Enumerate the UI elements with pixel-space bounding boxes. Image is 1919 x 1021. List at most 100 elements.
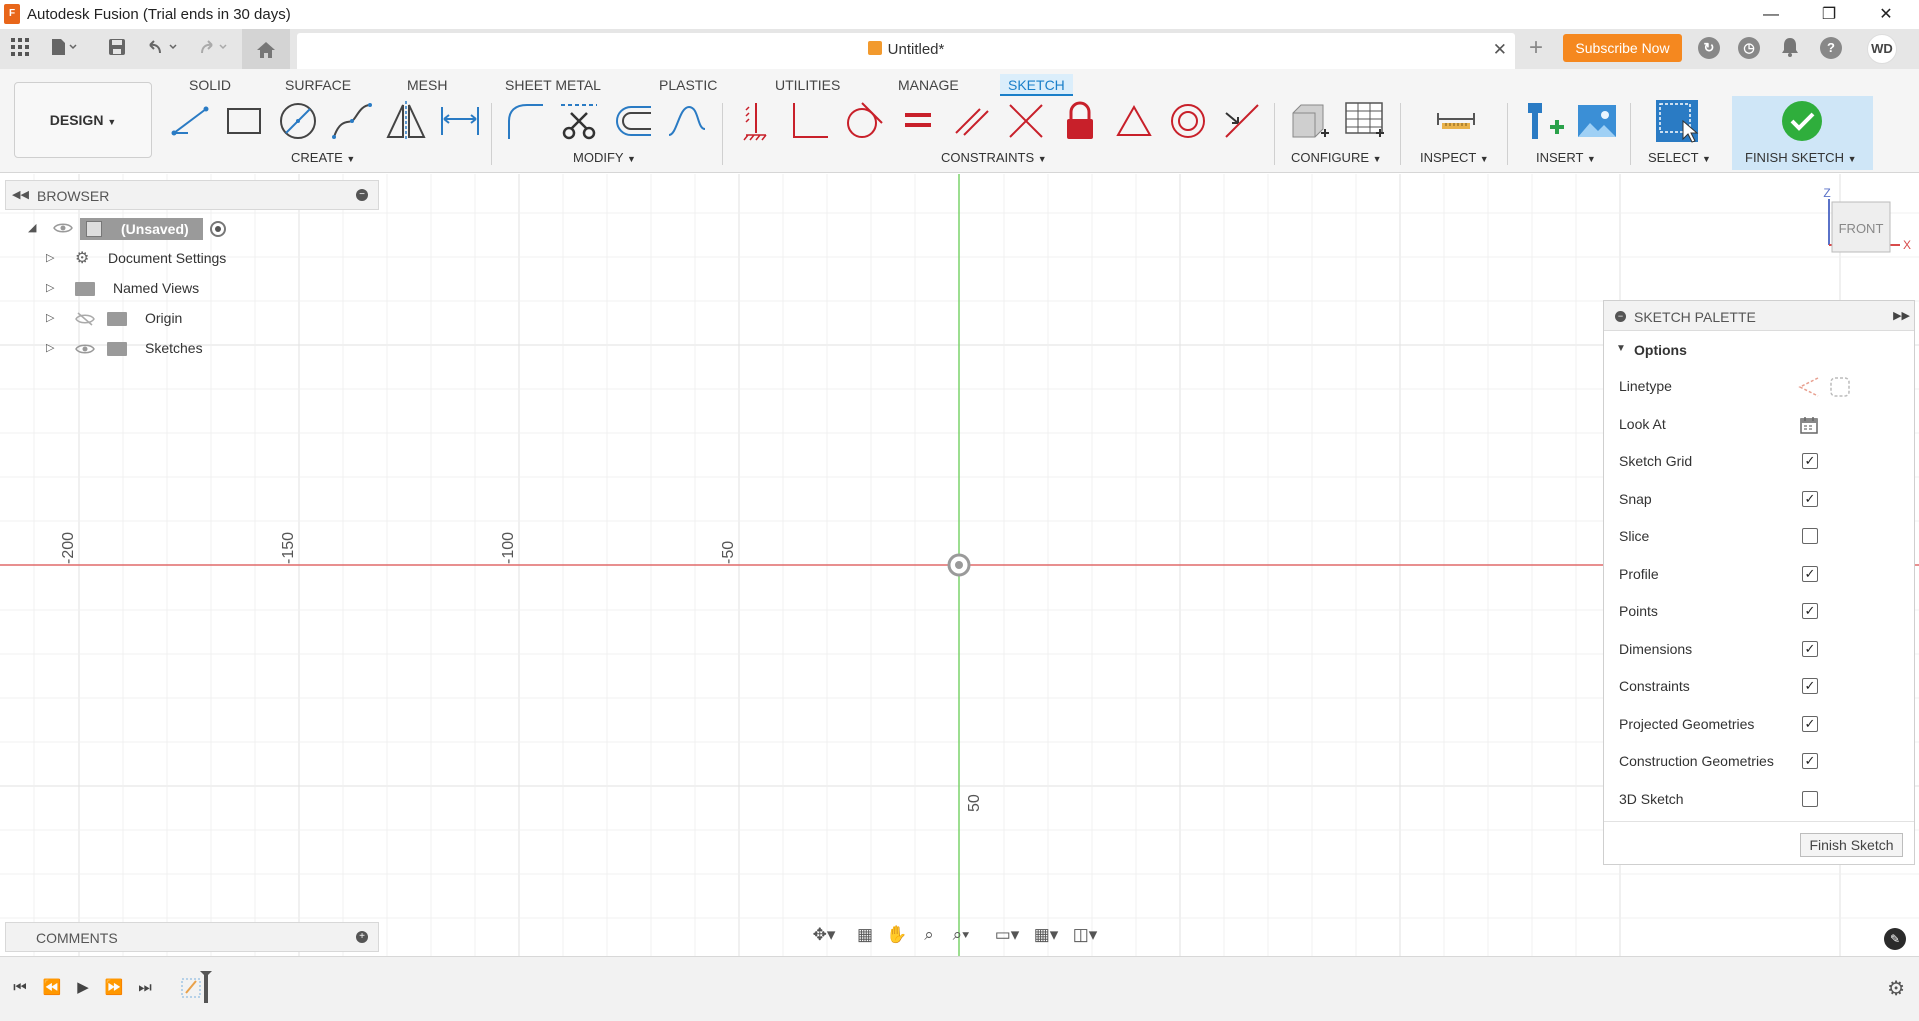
sketch-palette-header[interactable]: − SKETCH PALETTE ▶▶ xyxy=(1604,301,1914,331)
home-tab[interactable] xyxy=(242,29,290,69)
select-menu[interactable]: SELECT ▼ xyxy=(1648,150,1711,165)
restore-button[interactable]: ❐ xyxy=(1801,0,1857,29)
sketch-grid-checkbox[interactable]: ✓ xyxy=(1802,453,1818,469)
tab-manage[interactable]: MANAGE xyxy=(898,74,959,96)
sketch-feature-icon[interactable] xyxy=(180,971,216,1005)
tab-solid[interactable]: SOLID xyxy=(189,74,231,96)
visibility-eye-icon[interactable] xyxy=(53,221,73,235)
perpendicular-constraint-icon[interactable] xyxy=(788,99,832,143)
3d-sketch-checkbox[interactable] xyxy=(1802,791,1818,807)
zoom-icon[interactable]: ⌕ xyxy=(916,923,942,947)
measure-tool-icon[interactable] xyxy=(1434,99,1478,143)
expand-arrow-icon[interactable]: ◢ xyxy=(28,221,36,234)
select-tool-icon[interactable] xyxy=(1655,99,1699,143)
section-collapse-icon[interactable]: ▼ xyxy=(1616,343,1626,354)
constraints-menu[interactable]: CONSTRAINTS ▼ xyxy=(941,150,1047,165)
coincident-constraint-icon[interactable] xyxy=(1004,99,1048,143)
activate-radio-icon[interactable] xyxy=(210,221,226,237)
trim-tool-icon[interactable] xyxy=(557,99,601,143)
snap-checkbox[interactable]: ✓ xyxy=(1802,491,1818,507)
close-window-button[interactable]: ✕ xyxy=(1858,0,1914,29)
mirror-tool-icon[interactable] xyxy=(384,99,428,143)
spline-tool-icon[interactable] xyxy=(330,99,374,143)
offset-tool-icon[interactable] xyxy=(611,99,655,143)
job-status-icon[interactable]: ◷ xyxy=(1738,37,1760,59)
symmetry-constraint-icon[interactable] xyxy=(1112,99,1156,143)
timeline-first-icon[interactable]: ⏮ xyxy=(10,978,30,998)
centerline-linetype-icon[interactable] xyxy=(1829,376,1851,398)
fillet-tool-icon[interactable] xyxy=(503,99,547,143)
expand-panel-icon[interactable]: ▶▶ xyxy=(1893,309,1910,322)
undo-icon[interactable] xyxy=(146,37,177,61)
inspect-menu[interactable]: INSPECT ▼ xyxy=(1420,150,1489,165)
hidden-eye-icon[interactable] xyxy=(75,312,95,326)
tab-mesh[interactable]: MESH xyxy=(407,74,447,96)
configure-menu[interactable]: CONFIGURE ▼ xyxy=(1291,150,1382,165)
create-menu[interactable]: CREATE ▼ xyxy=(291,150,355,165)
slice-checkbox[interactable] xyxy=(1802,528,1818,544)
change-parameters-icon[interactable] xyxy=(1287,99,1331,143)
finish-check-icon[interactable] xyxy=(1780,99,1824,143)
display-settings-icon[interactable]: ▭▾ xyxy=(994,923,1020,947)
add-tab-icon[interactable]: + xyxy=(1524,36,1548,60)
insert-image-icon[interactable] xyxy=(1575,99,1619,143)
save-icon[interactable] xyxy=(105,37,129,61)
minimize-panel-icon[interactable]: − xyxy=(1615,311,1626,322)
viewcube[interactable]: FRONT Z X xyxy=(1820,188,1916,268)
modify-menu[interactable]: MODIFY ▼ xyxy=(573,150,636,165)
expand-arrow-icon[interactable]: ▷ xyxy=(46,251,54,264)
pan-hand-icon[interactable]: ✋ xyxy=(884,923,910,947)
lock-constraint-icon[interactable] xyxy=(1058,99,1102,143)
tab-surface[interactable]: SURFACE xyxy=(285,74,351,96)
line-tool-icon[interactable] xyxy=(168,99,212,143)
expand-arrow-icon[interactable]: ▷ xyxy=(46,311,54,324)
expand-arrow-icon[interactable]: ▷ xyxy=(46,341,54,354)
add-comment-icon[interactable]: + xyxy=(356,931,368,943)
subscribe-button[interactable]: Subscribe Now xyxy=(1563,34,1682,62)
palette-finish-sketch-button[interactable]: Finish Sketch xyxy=(1800,833,1903,857)
extensions-icon[interactable]: ↻ xyxy=(1698,37,1720,59)
expand-arrow-icon[interactable]: ▷ xyxy=(46,281,54,294)
equal-constraint-icon[interactable] xyxy=(896,99,940,143)
notifications-icon[interactable] xyxy=(1778,36,1802,60)
help-icon[interactable]: ? xyxy=(1820,37,1842,59)
comments-panel-header[interactable]: COMMENTS + xyxy=(5,922,379,952)
browser-panel-header[interactable]: ◀◀ BROWSER − xyxy=(5,180,379,210)
look-at-icon[interactable]: ▦ xyxy=(852,923,878,947)
tree-item-document-settings[interactable]: ▷ ⚙ Document Settings xyxy=(46,247,246,271)
timeline-next-icon[interactable]: ⏩ xyxy=(104,978,124,998)
constraints-checkbox[interactable]: ✓ xyxy=(1802,678,1818,694)
finish-sketch-menu[interactable]: FINISH SKETCH ▼ xyxy=(1745,150,1857,165)
tab-sheet-metal[interactable]: SHEET METAL xyxy=(505,74,601,96)
user-avatar[interactable]: WD xyxy=(1867,34,1897,64)
tab-plastic[interactable]: PLASTIC xyxy=(659,74,717,96)
root-component[interactable]: (Unsaved) xyxy=(80,218,203,240)
insert-component-icon[interactable] xyxy=(1522,99,1566,143)
insert-menu[interactable]: INSERT ▼ xyxy=(1536,150,1596,165)
workspace-switcher[interactable]: DESIGN ▼ xyxy=(14,82,152,158)
collapse-browser-icon[interactable]: ◀◀ xyxy=(12,188,29,201)
configuration-table-icon[interactable] xyxy=(1342,99,1386,143)
apps-grid-icon[interactable] xyxy=(8,37,32,61)
fix-constraint-icon[interactable] xyxy=(734,99,778,143)
concentric-constraint-icon[interactable] xyxy=(1166,99,1210,143)
grid-snaps-icon[interactable]: ▦▾ xyxy=(1033,923,1059,947)
construction-geometries-checkbox[interactable]: ✓ xyxy=(1802,753,1818,769)
orbit-icon[interactable]: ✥▾ xyxy=(811,923,837,947)
rectangle-tool-icon[interactable] xyxy=(222,99,266,143)
construction-linetype-icon[interactable] xyxy=(1796,376,1820,398)
timeline-previous-icon[interactable]: ⏪ xyxy=(42,978,62,998)
projected-geometries-checkbox[interactable]: ✓ xyxy=(1802,716,1818,732)
profile-checkbox[interactable]: ✓ xyxy=(1802,566,1818,582)
midpoint-constraint-icon[interactable] xyxy=(1220,99,1264,143)
look-at-icon[interactable] xyxy=(1799,415,1819,435)
visibility-eye-icon[interactable] xyxy=(75,342,95,356)
points-checkbox[interactable]: ✓ xyxy=(1802,603,1818,619)
tab-utilities[interactable]: UTILITIES xyxy=(775,74,840,96)
dimensions-checkbox[interactable]: ✓ xyxy=(1802,641,1818,657)
parallel-constraint-icon[interactable] xyxy=(950,99,994,143)
spline-edit-tool-icon[interactable] xyxy=(665,99,709,143)
redo-icon[interactable] xyxy=(196,37,227,61)
minimize-panel-icon[interactable]: − xyxy=(356,189,368,201)
tree-item-named-views[interactable]: ▷ Named Views xyxy=(46,277,246,301)
